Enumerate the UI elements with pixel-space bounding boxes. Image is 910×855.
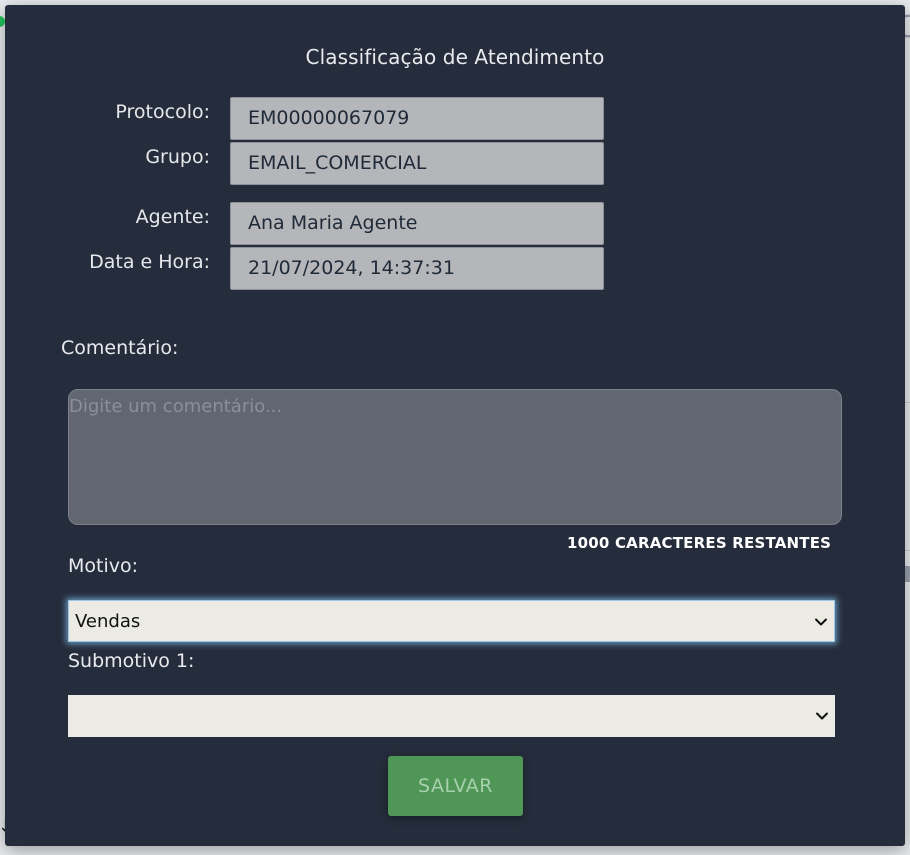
agente-label: Agente: [135, 206, 210, 228]
background-divider [905, 550, 910, 551]
chevron-down-icon [815, 618, 827, 626]
protocolo-label: Protocolo: [115, 101, 210, 123]
grupo-field: EMAIL_COMERCIAL [230, 142, 604, 185]
chevron-down-icon [816, 712, 828, 720]
motivo-selected-value: Vendas [75, 611, 141, 632]
data-hora-field: 21/07/2024, 14:37:31 [230, 247, 604, 290]
submotivo-select[interactable] [68, 695, 835, 737]
background-block [905, 566, 910, 582]
modal-title: Classificação de Atendimento [305, 45, 605, 69]
comment-label: Comentário: [61, 337, 179, 359]
background-divider [905, 402, 910, 403]
save-button[interactable]: SALVAR [388, 756, 523, 816]
submotivo-label: Submotivo 1: [68, 650, 195, 672]
motivo-label: Motivo: [68, 555, 139, 577]
motivo-select[interactable]: Vendas [68, 600, 835, 642]
protocolo-field: EM00000067079 [230, 97, 604, 140]
classification-modal: Classificação de Atendimento Protocolo: … [5, 5, 905, 846]
char-counter: 1000 CARACTERES RESTANTES [567, 534, 832, 552]
grupo-label: Grupo: [145, 146, 210, 168]
data-hora-label: Data e Hora: [89, 251, 210, 273]
comment-input[interactable] [68, 389, 842, 525]
agente-field: Ana Maria Agente [230, 202, 604, 245]
